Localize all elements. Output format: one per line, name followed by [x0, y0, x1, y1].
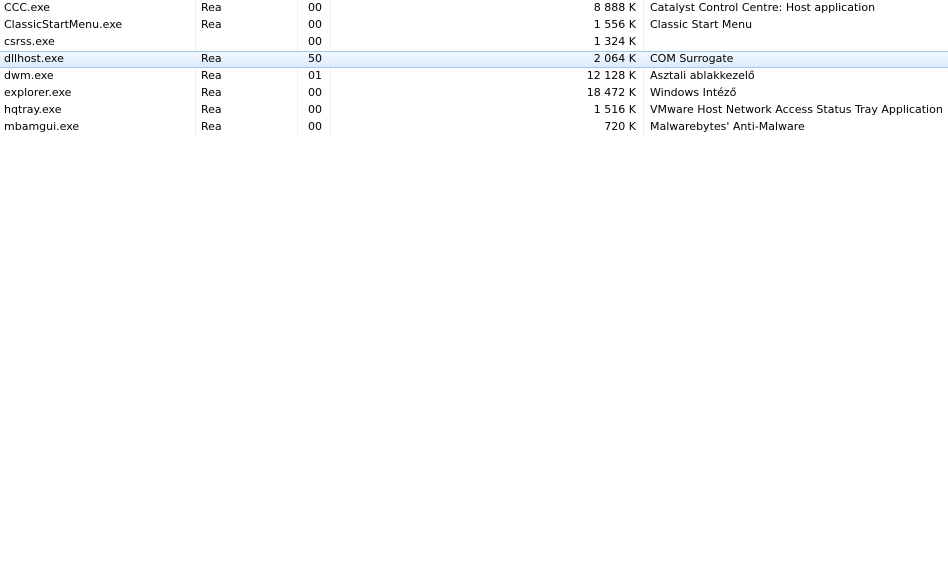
process-memory: 12 128 K [586, 69, 636, 82]
process-cpu: 00 [308, 35, 322, 48]
process-description: Asztali ablakkezelő [650, 69, 755, 82]
process-cpu: 00 [308, 18, 322, 31]
process-name: CCC.exe [4, 1, 51, 14]
process-user: Rea [201, 1, 222, 14]
process-cpu: 50 [308, 52, 322, 65]
process-description: Classic Start Menu [650, 18, 753, 31]
process-user: Rea [201, 86, 222, 99]
process-memory: 1 556 K [593, 18, 636, 31]
process-row[interactable]: hqtray.exe Rea 00 1 516 K VMware Host Ne… [0, 102, 948, 119]
process-memory: 8 888 K [593, 1, 636, 14]
process-user: Rea [201, 52, 222, 65]
process-row[interactable]: explorer.exe Rea 00 18 472 K Windows Int… [0, 85, 948, 102]
process-cpu: 00 [308, 86, 322, 99]
process-description: Malwarebytes' Anti-Malware [650, 120, 805, 133]
process-memory: 1 324 K [593, 35, 636, 48]
process-user [201, 35, 291, 50]
process-user: Rea [201, 69, 222, 82]
process-cpu: 01 [308, 69, 322, 82]
process-memory: 720 K [604, 120, 636, 133]
process-row-selected[interactable]: dllhost.exe Rea 50 2 064 K COM Surrogate [0, 51, 948, 68]
process-user: Rea [201, 120, 222, 133]
process-memory: 1 516 K [593, 103, 636, 116]
process-name: dwm.exe [4, 69, 54, 82]
process-row[interactable]: CCC.exe Rea 00 8 888 K Catalyst Control … [0, 0, 948, 17]
process-row[interactable]: mbamgui.exe Rea 00 720 K Malwarebytes' A… [0, 119, 948, 136]
process-name: dllhost.exe [4, 52, 64, 65]
process-row[interactable]: dwm.exe Rea 01 12 128 K Asztali ablakkez… [0, 68, 948, 85]
process-name: mbamgui.exe [4, 120, 80, 133]
process-description: VMware Host Network Access Status Tray A… [650, 103, 943, 116]
process-name: csrss.exe [4, 35, 55, 48]
process-description: COM Surrogate [650, 52, 734, 65]
process-description: Windows Intéző [650, 86, 737, 99]
process-row[interactable]: csrss.exe 00 1 324 K [0, 34, 948, 51]
process-user: Rea [201, 103, 222, 116]
process-description [650, 35, 946, 50]
process-memory: 18 472 K [586, 86, 636, 99]
process-cpu: 00 [308, 1, 322, 14]
process-memory: 2 064 K [593, 52, 636, 65]
process-user: Rea [201, 18, 222, 31]
process-name: hqtray.exe [4, 103, 62, 116]
process-name: ClassicStartMenu.exe [4, 18, 123, 31]
process-cpu: 00 [308, 103, 322, 116]
process-row[interactable]: ClassicStartMenu.exe Rea 00 1 556 K Clas… [0, 17, 948, 34]
process-description: Catalyst Control Centre: Host applicatio… [650, 1, 876, 14]
process-cpu: 00 [308, 120, 322, 133]
process-name: explorer.exe [4, 86, 72, 99]
process-list[interactable]: CCC.exe Rea 00 8 888 K Catalyst Control … [0, 0, 948, 576]
